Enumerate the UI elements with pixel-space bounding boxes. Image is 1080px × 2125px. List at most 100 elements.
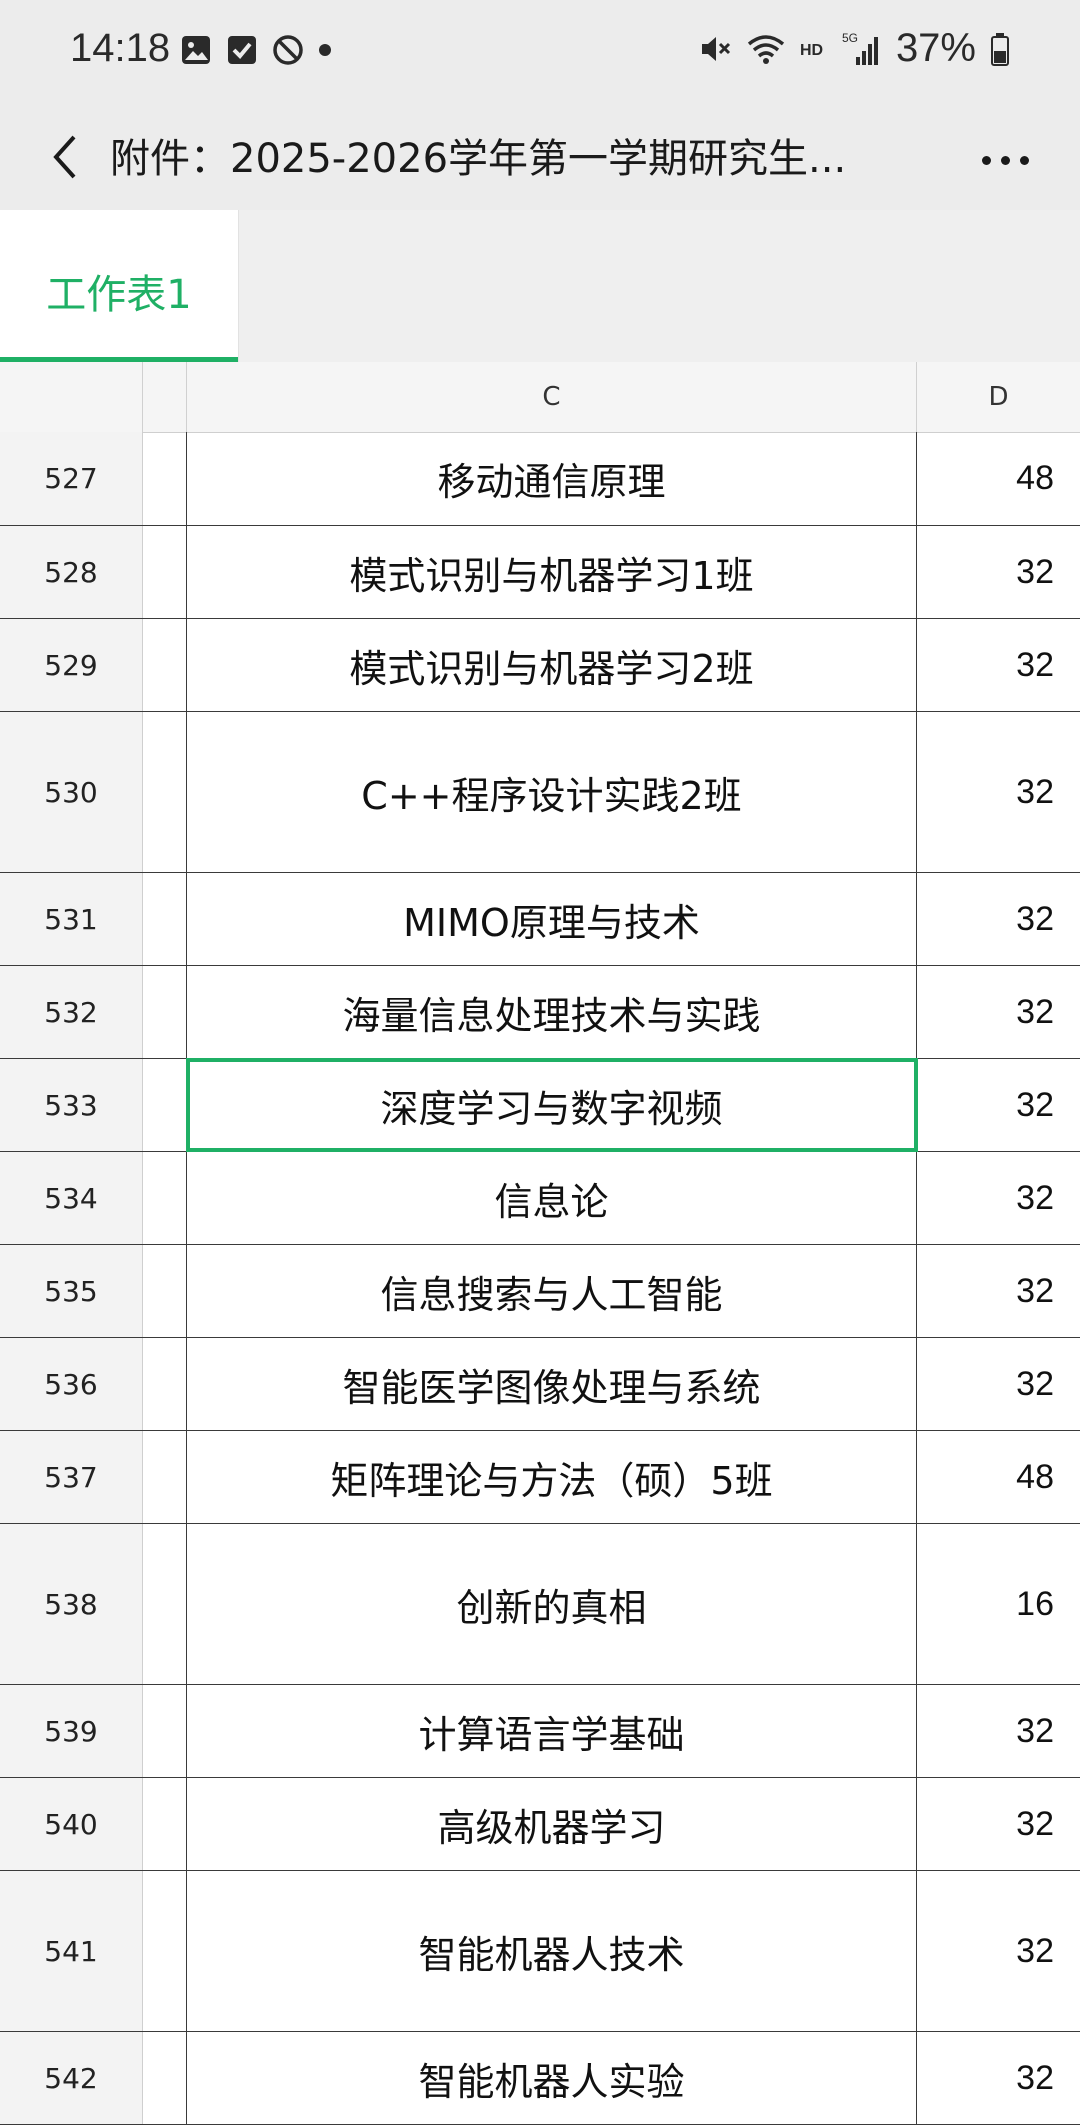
cell-course-name[interactable]: 智能医学图像处理与系统 bbox=[187, 1338, 917, 1430]
cell-course-name[interactable]: 智能机器人技术 bbox=[187, 1871, 917, 2031]
row-number[interactable]: 535 bbox=[0, 1245, 143, 1337]
cell-hours[interactable]: 48 bbox=[917, 1431, 1080, 1523]
blocked-icon bbox=[273, 35, 303, 65]
battery-percent: 37% bbox=[895, 26, 976, 70]
row-number[interactable]: 542 bbox=[0, 2032, 143, 2124]
table-row: 542 智能机器人实验 32 bbox=[0, 2032, 1080, 2125]
cell-hours[interactable]: 32 bbox=[917, 1152, 1080, 1244]
gallery-icon bbox=[182, 36, 210, 64]
table-row: 528 模式识别与机器学习1班 32 bbox=[0, 526, 1080, 619]
cell-b[interactable] bbox=[143, 873, 187, 965]
cell-hours[interactable]: 32 bbox=[917, 526, 1080, 618]
cell-course-name[interactable]: 信息搜索与人工智能 bbox=[187, 1245, 917, 1337]
cell-b[interactable] bbox=[143, 2032, 187, 2124]
table-row: 533 深度学习与数字视频 32 bbox=[0, 1058, 1080, 1152]
cell-b[interactable] bbox=[143, 1059, 187, 1151]
status-system-icons: HD 5G 37% bbox=[698, 26, 1010, 71]
cell-b[interactable] bbox=[143, 1871, 187, 2031]
cell-b[interactable] bbox=[143, 1245, 187, 1337]
cell-b[interactable] bbox=[143, 1152, 187, 1244]
corner-cell[interactable] bbox=[0, 362, 143, 432]
row-number[interactable]: 537 bbox=[0, 1431, 143, 1523]
cell-b[interactable] bbox=[143, 1524, 187, 1684]
column-header-b[interactable] bbox=[143, 362, 187, 432]
chevron-left-icon bbox=[53, 135, 76, 179]
status-time: 14:18 bbox=[70, 26, 171, 70]
cell-hours[interactable]: 32 bbox=[917, 712, 1080, 872]
row-number[interactable]: 534 bbox=[0, 1152, 143, 1244]
cell-hours[interactable]: 32 bbox=[917, 2032, 1080, 2124]
cell-course-name[interactable]: 计算语言学基础 bbox=[187, 1685, 917, 1777]
svg-text:HD: HD bbox=[800, 42, 823, 59]
dot-icon bbox=[319, 44, 331, 56]
cell-hours[interactable]: 48 bbox=[917, 432, 1080, 525]
table-row: 537 矩阵理论与方法（硕）5班 48 bbox=[0, 1431, 1080, 1524]
table-row: 536 智能医学图像处理与系统 32 bbox=[0, 1338, 1080, 1431]
cell-course-name[interactable]: 海量信息处理技术与实践 bbox=[187, 966, 917, 1058]
tab-sheet1[interactable]: 工作表1 bbox=[0, 210, 239, 362]
cell-b[interactable] bbox=[143, 966, 187, 1058]
cell-b[interactable] bbox=[143, 619, 187, 711]
row-number[interactable]: 531 bbox=[0, 873, 143, 965]
table-row: 539 计算语言学基础 32 bbox=[0, 1685, 1080, 1778]
cell-course-name[interactable]: 高级机器学习 bbox=[187, 1778, 917, 1870]
title-bar: 附件：2025-2026学年第一学期研究生... bbox=[0, 104, 1080, 210]
table-row: 535 信息搜索与人工智能 32 bbox=[0, 1245, 1080, 1338]
cell-course-name[interactable]: 模式识别与机器学习2班 bbox=[187, 619, 917, 711]
cell-hours[interactable]: 32 bbox=[917, 1685, 1080, 1777]
row-number[interactable]: 541 bbox=[0, 1871, 143, 2031]
cell-b[interactable] bbox=[143, 712, 187, 872]
row-number[interactable]: 530 bbox=[0, 712, 143, 872]
cell-hours[interactable]: 32 bbox=[917, 1778, 1080, 1870]
cell-b[interactable] bbox=[143, 1338, 187, 1430]
cell-hours[interactable]: 32 bbox=[917, 873, 1080, 965]
cell-course-name[interactable]: 矩阵理论与方法（硕）5班 bbox=[187, 1431, 917, 1523]
column-header-c[interactable]: C bbox=[187, 362, 917, 432]
column-header-d[interactable]: D bbox=[917, 362, 1080, 432]
cell-hours[interactable]: 32 bbox=[917, 966, 1080, 1058]
table-row: 540 高级机器学习 32 bbox=[0, 1778, 1080, 1871]
cell-hours[interactable]: 32 bbox=[917, 1871, 1080, 2031]
cell-course-name[interactable]: C++程序设计实践2班 bbox=[187, 712, 917, 872]
column-header-row: C D bbox=[0, 362, 1080, 433]
row-number[interactable]: 539 bbox=[0, 1685, 143, 1777]
row-number[interactable]: 536 bbox=[0, 1338, 143, 1430]
row-number[interactable]: 538 bbox=[0, 1524, 143, 1684]
cell-hours[interactable]: 32 bbox=[917, 1059, 1080, 1151]
cell-b[interactable] bbox=[143, 1778, 187, 1870]
cell-course-name[interactable]: 创新的真相 bbox=[187, 1524, 917, 1684]
cell-course-name[interactable]: 移动通信原理 bbox=[187, 432, 917, 525]
row-number[interactable]: 540 bbox=[0, 1778, 143, 1870]
table-row: 538 创新的真相 16 bbox=[0, 1524, 1080, 1685]
cell-course-name[interactable]: 模式识别与机器学习1班 bbox=[187, 526, 917, 618]
tab-sheet1-label: 工作表1 bbox=[46, 272, 192, 318]
selected-cell[interactable]: 深度学习与数字视频 bbox=[186, 1058, 918, 1152]
cell-course-name[interactable]: MIMO原理与技术 bbox=[187, 873, 917, 965]
cell-b[interactable] bbox=[143, 432, 187, 525]
svg-text:5G: 5G bbox=[842, 31, 858, 45]
cell-b[interactable] bbox=[143, 1431, 187, 1523]
cell-course-name[interactable]: 信息论 bbox=[187, 1152, 917, 1244]
wifi-icon bbox=[747, 34, 785, 64]
cell-hours[interactable]: 32 bbox=[917, 1245, 1080, 1337]
cell-b[interactable] bbox=[143, 1685, 187, 1777]
cell-b[interactable] bbox=[143, 526, 187, 618]
row-number[interactable]: 527 bbox=[0, 432, 143, 525]
back-button[interactable] bbox=[30, 122, 100, 192]
row-number[interactable]: 529 bbox=[0, 619, 143, 711]
table-row: 534 信息论 32 bbox=[0, 1152, 1080, 1245]
row-number[interactable]: 533 bbox=[0, 1059, 143, 1151]
cell-hours[interactable]: 32 bbox=[917, 619, 1080, 711]
more-options-button[interactable] bbox=[970, 130, 1040, 190]
row-number[interactable]: 532 bbox=[0, 966, 143, 1058]
table-row: 531 MIMO原理与技术 32 bbox=[0, 873, 1080, 966]
cell-hours[interactable]: 16 bbox=[917, 1524, 1080, 1684]
status-notification-icons bbox=[180, 34, 332, 66]
battery-icon bbox=[991, 32, 1009, 66]
more-dot-icon bbox=[981, 155, 991, 165]
cell-hours[interactable]: 32 bbox=[917, 1338, 1080, 1430]
row-number[interactable]: 528 bbox=[0, 526, 143, 618]
cell-course-name[interactable]: 智能机器人实验 bbox=[187, 2032, 917, 2124]
status-bar: 14:18 HD 5G 37% bbox=[0, 0, 1080, 104]
table-row: 527 移动通信原理 48 bbox=[0, 432, 1080, 526]
